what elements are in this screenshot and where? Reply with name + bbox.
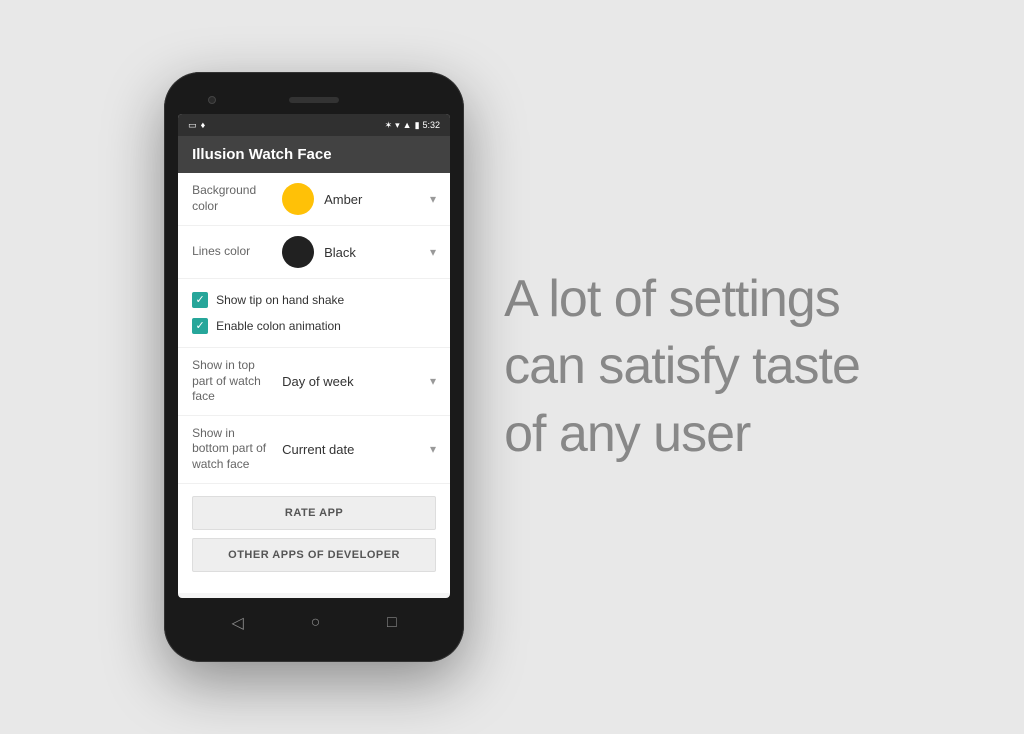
phone-camera [208, 96, 216, 104]
background-color-label: Background color [192, 183, 272, 214]
app-bar: Illusion Watch Face [178, 136, 450, 173]
checkbox-area: ✓ Show tip on hand shake ✓ Enable colon … [178, 279, 450, 347]
colon-animation-label: Enable colon animation [216, 319, 341, 333]
battery-status-icon: ▭ [188, 120, 197, 131]
background-color-row[interactable]: Background color Amber ▾ [178, 173, 450, 226]
phone-screen: ▭ ♦ ✶ ▾ ▲ ▮ 5:32 Illusion Watch Face [178, 114, 450, 598]
handshake-tip-label: Show tip on hand shake [216, 293, 344, 307]
lines-color-value: Black [324, 245, 420, 260]
status-bar: ▭ ♦ ✶ ▾ ▲ ▮ 5:32 [178, 114, 450, 136]
wifi-icon: ▾ [395, 120, 400, 131]
handshake-tip-checkbox[interactable]: ✓ [192, 292, 208, 308]
colon-animation-checkbox[interactable]: ✓ [192, 318, 208, 334]
home-nav-icon[interactable]: ○ [311, 614, 321, 632]
lines-color-label: Lines color [192, 244, 272, 260]
bottom-part-arrow[interactable]: ▾ [430, 442, 436, 456]
colon-animation-row[interactable]: ✓ Enable colon animation [192, 313, 436, 339]
phone-bottom-nav: ◁ ○ □ [178, 598, 450, 648]
phone-top-bar [178, 86, 450, 114]
top-part-value: Day of week [282, 374, 420, 389]
dropdown-area: Show in top part of watch face Day of we… [178, 347, 450, 484]
other-apps-button[interactable]: OTHER APPS OF DEVELOPER [192, 538, 436, 572]
top-part-row[interactable]: Show in top part of watch face Day of we… [178, 348, 450, 416]
tagline-line3: of any user [504, 401, 860, 469]
bottom-part-label: Show in bottom part of watch face [192, 426, 272, 473]
tagline-line1: A lot of settings [504, 266, 860, 334]
notification-icon: ♦ [201, 120, 206, 130]
bluetooth-icon: ✶ [385, 120, 393, 131]
app-title: Illusion Watch Face [192, 146, 331, 163]
lines-color-row[interactable]: Lines color Black ▾ [178, 226, 450, 279]
check-mark-2: ✓ [195, 321, 204, 332]
signal-icon: ▲ [403, 120, 412, 130]
tagline-line2: can satisfy taste [504, 333, 860, 401]
tagline-panel: A lot of settings can satisfy taste of a… [504, 266, 860, 469]
black-swatch [282, 236, 314, 268]
background-color-arrow[interactable]: ▾ [430, 192, 436, 206]
status-right-icons: ✶ ▾ ▲ ▮ 5:32 [385, 120, 440, 131]
bottom-part-value: Current date [282, 442, 420, 457]
background-color-value: Amber [324, 192, 420, 207]
top-part-arrow[interactable]: ▾ [430, 374, 436, 388]
status-left-icons: ▭ ♦ [188, 120, 205, 131]
handshake-tip-row[interactable]: ✓ Show tip on hand shake [192, 287, 436, 313]
rate-app-button[interactable]: RATE APP [192, 496, 436, 530]
check-mark: ✓ [195, 295, 204, 306]
amber-swatch [282, 183, 314, 215]
back-nav-icon[interactable]: ◁ [231, 613, 243, 633]
lines-color-arrow[interactable]: ▾ [430, 245, 436, 259]
battery-full-icon: ▮ [415, 120, 420, 131]
phone-shell: ▭ ♦ ✶ ▾ ▲ ▮ 5:32 Illusion Watch Face [164, 72, 464, 662]
recents-nav-icon[interactable]: □ [387, 614, 397, 632]
phone-speaker [289, 97, 339, 103]
bottom-part-row[interactable]: Show in bottom part of watch face Curren… [178, 416, 450, 484]
button-area: RATE APP OTHER APPS OF DEVELOPER [178, 488, 450, 580]
scene: ▭ ♦ ✶ ▾ ▲ ▮ 5:32 Illusion Watch Face [0, 0, 1024, 734]
settings-content[interactable]: Background color Amber ▾ Lines color Bla… [178, 173, 450, 593]
time-display: 5:32 [423, 120, 441, 130]
top-part-label: Show in top part of watch face [192, 358, 272, 405]
